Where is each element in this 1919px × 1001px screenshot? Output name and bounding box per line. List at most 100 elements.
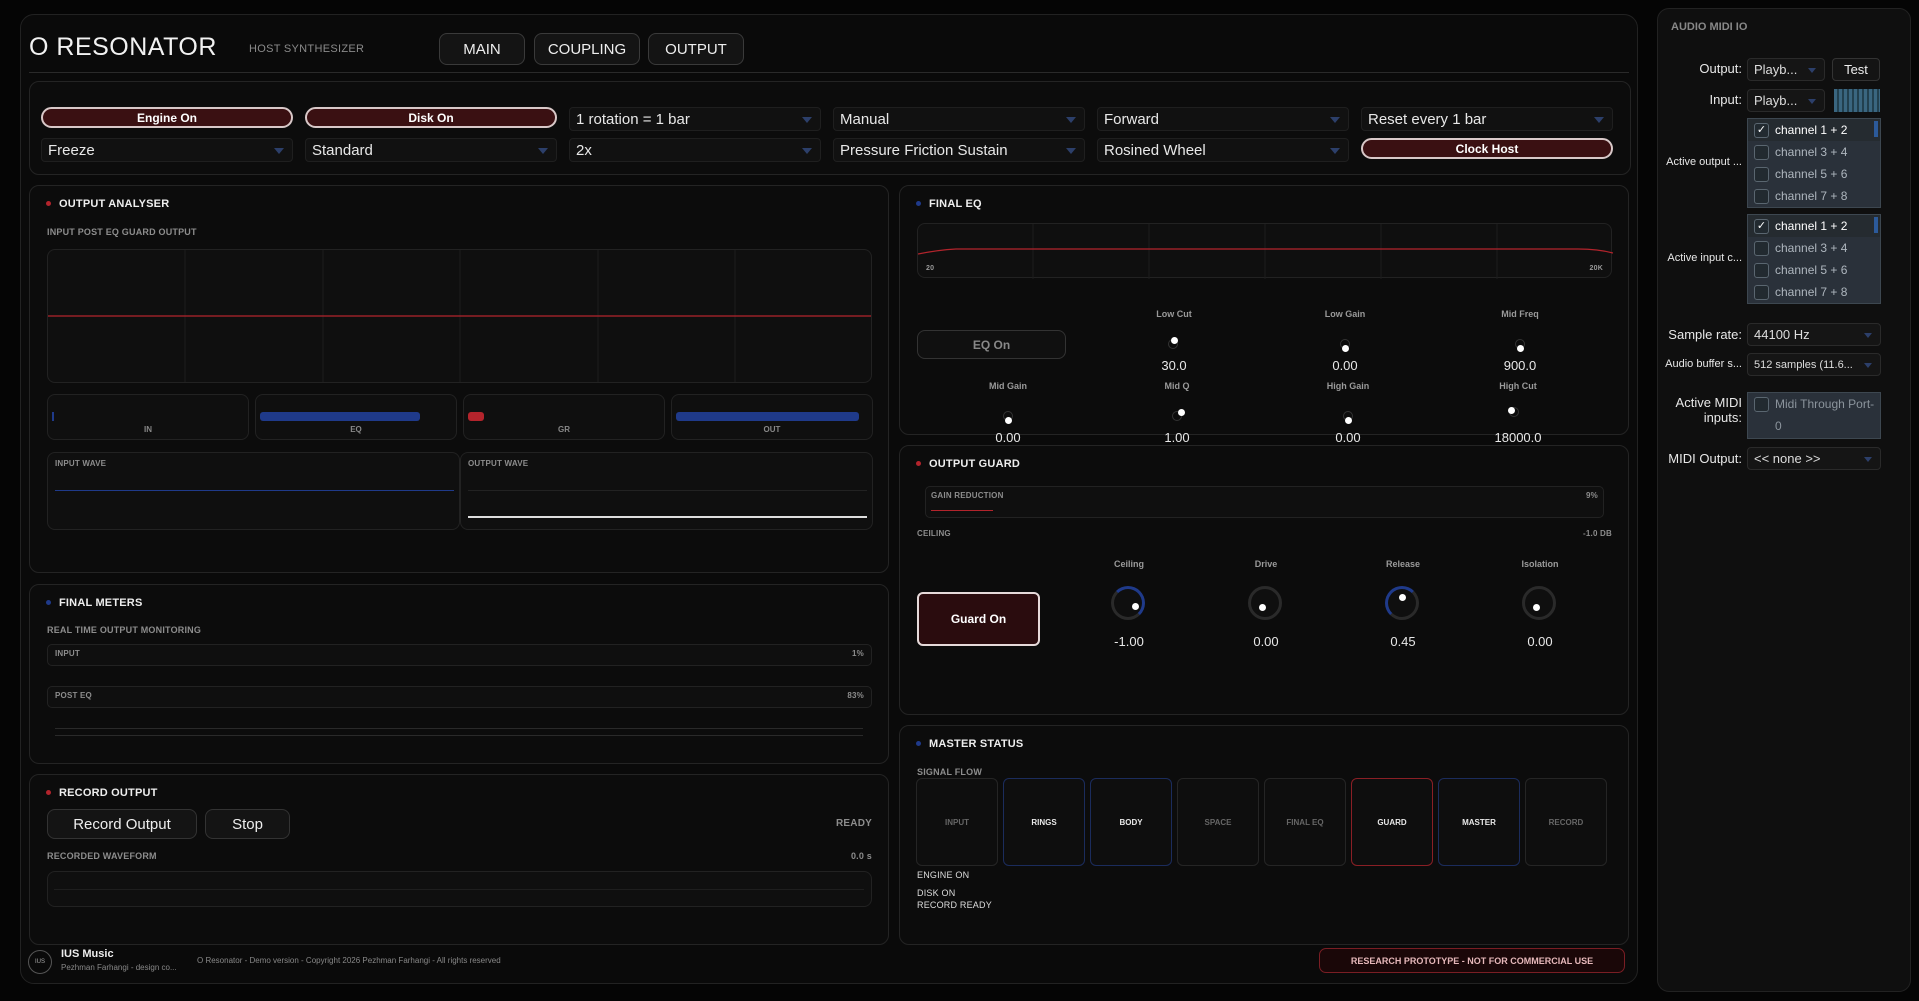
tab-output[interactable]: OUTPUT [648,33,744,65]
low-gain-knob[interactable] [1340,339,1350,352]
friction-select[interactable]: Pressure Friction Sustain [833,138,1085,162]
reset-select[interactable]: Reset every 1 bar [1361,107,1613,131]
flow-stage-guard: GUARD [1351,778,1433,866]
checkmark-icon[interactable]: ✓ [1754,123,1769,138]
meter-in-label: IN [144,425,152,434]
flow-stage-space: SPACE [1177,778,1259,866]
sample-rate-select[interactable]: 44100 Hz [1747,323,1881,346]
low-cut-label: Low Cut [1156,309,1192,319]
disk-toggle[interactable]: Disk On [305,107,557,128]
active-input-label: Active input c... [1667,252,1742,264]
output-channel-5-6[interactable]: channel 5 + 6 [1748,163,1880,185]
input-channel-5-6[interactable]: channel 5 + 6 [1748,259,1880,281]
eq-curve-graph [917,224,1614,279]
gain-reduction-meter: GAIN REDUCTION 9% [925,486,1604,518]
checkbox-icon[interactable] [1754,167,1769,182]
active-output-label: Active output ... [1666,156,1742,168]
chevron-down-icon [1066,148,1076,154]
chevron-down-icon [274,148,284,154]
checkbox-icon[interactable] [1754,397,1769,412]
direction-select[interactable]: Forward [1097,107,1349,131]
output-channel-7-8[interactable]: channel 7 + 8 [1748,185,1880,207]
record-output-button[interactable]: Record Output [47,809,197,839]
buffer-select[interactable]: 512 samples (11.6... [1747,353,1881,376]
output-wave-box: OUTPUT WAVE [460,452,873,530]
ceiling-knob[interactable] [1111,586,1145,620]
chevron-down-icon [1330,117,1340,123]
wheel-select[interactable]: Rosined Wheel [1097,138,1349,162]
rotation-select[interactable]: 1 rotation = 1 bar [569,107,821,131]
test-button[interactable]: Test [1832,58,1880,81]
eq-curve-display: 20 20K [917,223,1614,279]
drive-knob-label: Drive [1254,559,1278,569]
meter-eq-label: EQ [350,425,362,434]
blue-dot-icon [46,599,51,605]
posteq-meter-value: 83% [847,691,864,700]
midi-output-select[interactable]: << none >> [1747,447,1881,470]
mid-freq-label: Mid Freq [1501,309,1539,319]
freeze-value: Freeze [48,142,95,159]
record-output-panel: RECORD OUTPUT Record Output Stop READY R… [29,774,889,945]
checkbox-icon[interactable] [1754,145,1769,160]
input-channel-3-4[interactable]: channel 3 + 4 [1748,237,1880,259]
meter-gr-fill [468,412,484,421]
checkbox-icon[interactable] [1754,263,1769,278]
ceiling-label: CEILING [917,529,951,538]
panel-title: FINAL EQ [916,198,982,210]
mid-freq-knob[interactable] [1515,339,1525,352]
low-cut-knob[interactable] [1168,337,1178,349]
meter-line [55,735,863,736]
mid-gain-knob[interactable] [1003,411,1013,424]
input-channel-1-2[interactable]: ✓ channel 1 + 2 [1748,215,1880,237]
multiplier-select[interactable]: 2x [569,138,821,162]
list-scrollbar[interactable] [1874,121,1878,137]
high-gain-knob[interactable] [1343,411,1353,424]
meter-gr: GR [463,394,665,440]
record-status: READY [835,818,872,829]
list-scrollbar[interactable] [1874,217,1878,233]
eq-on-button[interactable]: EQ On [917,330,1066,359]
tab-coupling[interactable]: COUPLING [534,33,640,65]
high-cut-knob[interactable] [1508,407,1519,417]
clock-host-toggle[interactable]: Clock Host [1361,138,1613,159]
recorded-waveform [47,871,872,907]
output-channel-1-2[interactable]: ✓ channel 1 + 2 [1748,119,1880,141]
checkbox-icon[interactable] [1754,285,1769,300]
checkbox-icon[interactable] [1754,189,1769,204]
chevron-down-icon [1808,68,1816,73]
ius-logo: IUS [28,950,52,974]
output-label: Output: [1699,61,1742,76]
meter-out: OUT [671,394,873,440]
buffer-value: 512 samples (11.6... [1754,359,1853,371]
midi-input-item[interactable]: Midi Through Port-0 [1748,393,1880,433]
disk-status: DISK ON [917,888,956,898]
freeze-select[interactable]: Freeze [41,138,293,162]
stop-button[interactable]: Stop [205,809,290,839]
recorded-waveform-label: RECORDED WAVEFORM [47,851,157,861]
header-divider [29,72,1629,73]
mode-select[interactable]: Manual [833,107,1085,131]
engine-toggle[interactable]: Engine On [41,107,293,128]
output-channel-3-4[interactable]: channel 3 + 4 [1748,141,1880,163]
input-channel-7-8[interactable]: channel 7 + 8 [1748,281,1880,303]
tab-main[interactable]: MAIN [439,33,525,65]
guard-on-button[interactable]: Guard On [917,592,1040,646]
engine-status: ENGINE ON [917,870,970,880]
mid-gain-value: 0.00 [995,430,1021,445]
standard-select[interactable]: Standard [305,138,557,162]
drive-knob[interactable] [1248,586,1282,620]
isolation-knob[interactable] [1522,586,1556,620]
copyright-text: O Resonator - Demo version - Copyright 2… [197,956,501,965]
mid-q-knob[interactable] [1172,409,1185,421]
gain-reduction-fill [931,510,993,511]
output-device-select[interactable]: Playb... [1747,58,1825,81]
gain-reduction-label: GAIN REDUCTION [931,491,1004,500]
release-knob[interactable] [1385,586,1419,620]
checkmark-icon[interactable]: ✓ [1754,219,1769,234]
red-dot-icon [46,200,51,206]
sample-rate-label: Sample rate: [1668,327,1742,342]
checkbox-icon[interactable] [1754,241,1769,256]
midi-output-value: << none >> [1754,451,1821,466]
input-device-select[interactable]: Playb... [1747,89,1825,112]
spectrum-display [47,249,872,383]
